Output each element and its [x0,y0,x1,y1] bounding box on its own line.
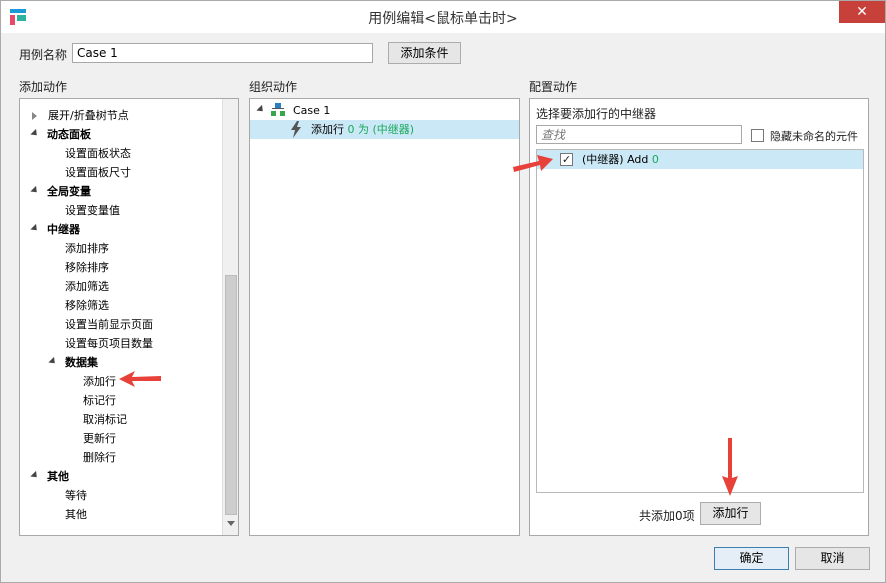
repeater-list: ✓ (中继器) Add 0 [536,149,864,493]
tree-item[interactable]: 更新行 [83,429,116,448]
lightning-icon [289,121,303,138]
tree-item[interactable]: 展开/折叠树节点 [48,106,129,125]
case-tree-icon [271,103,285,117]
tree-item[interactable]: 数据集 [65,353,98,372]
tree-expander-icon[interactable] [30,470,40,481]
repeater-item-label[interactable]: (中继器) Add 0 [582,150,659,169]
tree-item[interactable]: 设置面板状态 [65,144,131,163]
tree-expander-icon[interactable] [30,185,40,196]
tree-item[interactable]: 设置变量值 [65,201,120,220]
tree-item[interactable]: 删除行 [83,448,116,467]
action-detail: 0 为 (中继器) [347,123,415,136]
tree-expander-icon[interactable] [30,223,40,234]
tree-item[interactable]: 设置每页项目数量 [65,334,153,353]
repeater-item-count: 0 [651,153,659,166]
case-name-input[interactable] [72,43,373,63]
configure-actions-header: 配置动作 [529,80,578,94]
tree-item[interactable]: 移除筛选 [65,296,109,315]
annotation-arrow-repeater-icon [513,155,553,172]
scroll-down-icon[interactable] [227,521,235,526]
tree-item[interactable]: 设置当前显示页面 [65,315,153,334]
action-prefix: 添加行 [311,123,344,136]
organize-actions-tree: Case 1 添加行 0 为 (中继器) [249,98,520,536]
search-input[interactable] [536,125,742,144]
tree-item[interactable]: 添加排序 [65,239,109,258]
close-button[interactable]: ✕ [839,1,885,23]
tree-item[interactable]: 等待 [65,486,87,505]
select-repeater-label: 选择要添加行的中继器 [536,107,657,121]
tree-scroll-thumb[interactable] [225,275,237,515]
tree-item[interactable]: 其他 [47,467,69,486]
tree-item[interactable]: 移除排序 [65,258,109,277]
case-node-label[interactable]: Case 1 [293,101,330,120]
case-name-label: 用例名称 [19,48,68,62]
configure-actions-panel: 选择要添加行的中继器 隐藏未命名的元件 ✓ (中继器) Add 0 共添加0项 … [529,98,869,536]
tree-item[interactable]: 动态面板 [47,125,91,144]
add-actions-tree: 展开/折叠树节点 动态面板 设置面板状态 设置面板尺寸 全局变量 设置变量值 中继器 添加排序… [19,98,239,536]
tree-item[interactable]: 添加行 [83,372,116,391]
tree-item[interactable]: 取消标记 [83,410,127,429]
title-bar: 用例编辑<鼠标单击时> ✕ [1,1,885,33]
tree-item[interactable]: 全局变量 [47,182,91,201]
tree-item[interactable]: 添加筛选 [65,277,109,296]
annotation-arrow-add-row-button-icon [722,438,738,496]
hide-unnamed-checkbox[interactable] [751,129,764,142]
tree-expander-icon[interactable] [32,112,37,120]
window-title: 用例编辑<鼠标单击时> [368,11,518,27]
organize-actions-header: 组织动作 [249,80,298,94]
tree-item[interactable]: 设置面板尺寸 [65,163,131,182]
add-actions-header: 添加动作 [19,80,68,94]
repeater-item-name: (中继器) Add [582,153,649,166]
total-added-label: 共添加0项 [639,509,695,523]
add-condition-button[interactable]: 添加条件 [388,42,461,64]
tree-item[interactable]: 中继器 [47,220,80,239]
tree-item[interactable]: 标记行 [83,391,116,410]
repeater-item-checkbox[interactable]: ✓ [560,153,573,166]
case-expander-icon[interactable] [256,104,266,115]
tree-expander-icon[interactable] [30,128,40,139]
cancel-button[interactable]: 取消 [795,547,870,570]
action-node-label[interactable]: 添加行 0 为 (中继器) [311,120,414,139]
add-row-button[interactable]: 添加行 [700,502,761,525]
annotation-arrow-add-row-icon [119,371,161,387]
ok-button[interactable]: 确定 [714,547,789,570]
tree-item[interactable]: 其他 [65,505,87,524]
tree-expander-icon[interactable] [48,356,58,367]
hide-unnamed-label: 隐藏未命名的元件 [770,130,858,143]
dialog-window: 用例编辑<鼠标单击时> ✕ 用例名称 添加条件 添加动作 组织动作 配置动作 展… [0,0,886,583]
tree-scrollbar[interactable] [222,99,238,535]
